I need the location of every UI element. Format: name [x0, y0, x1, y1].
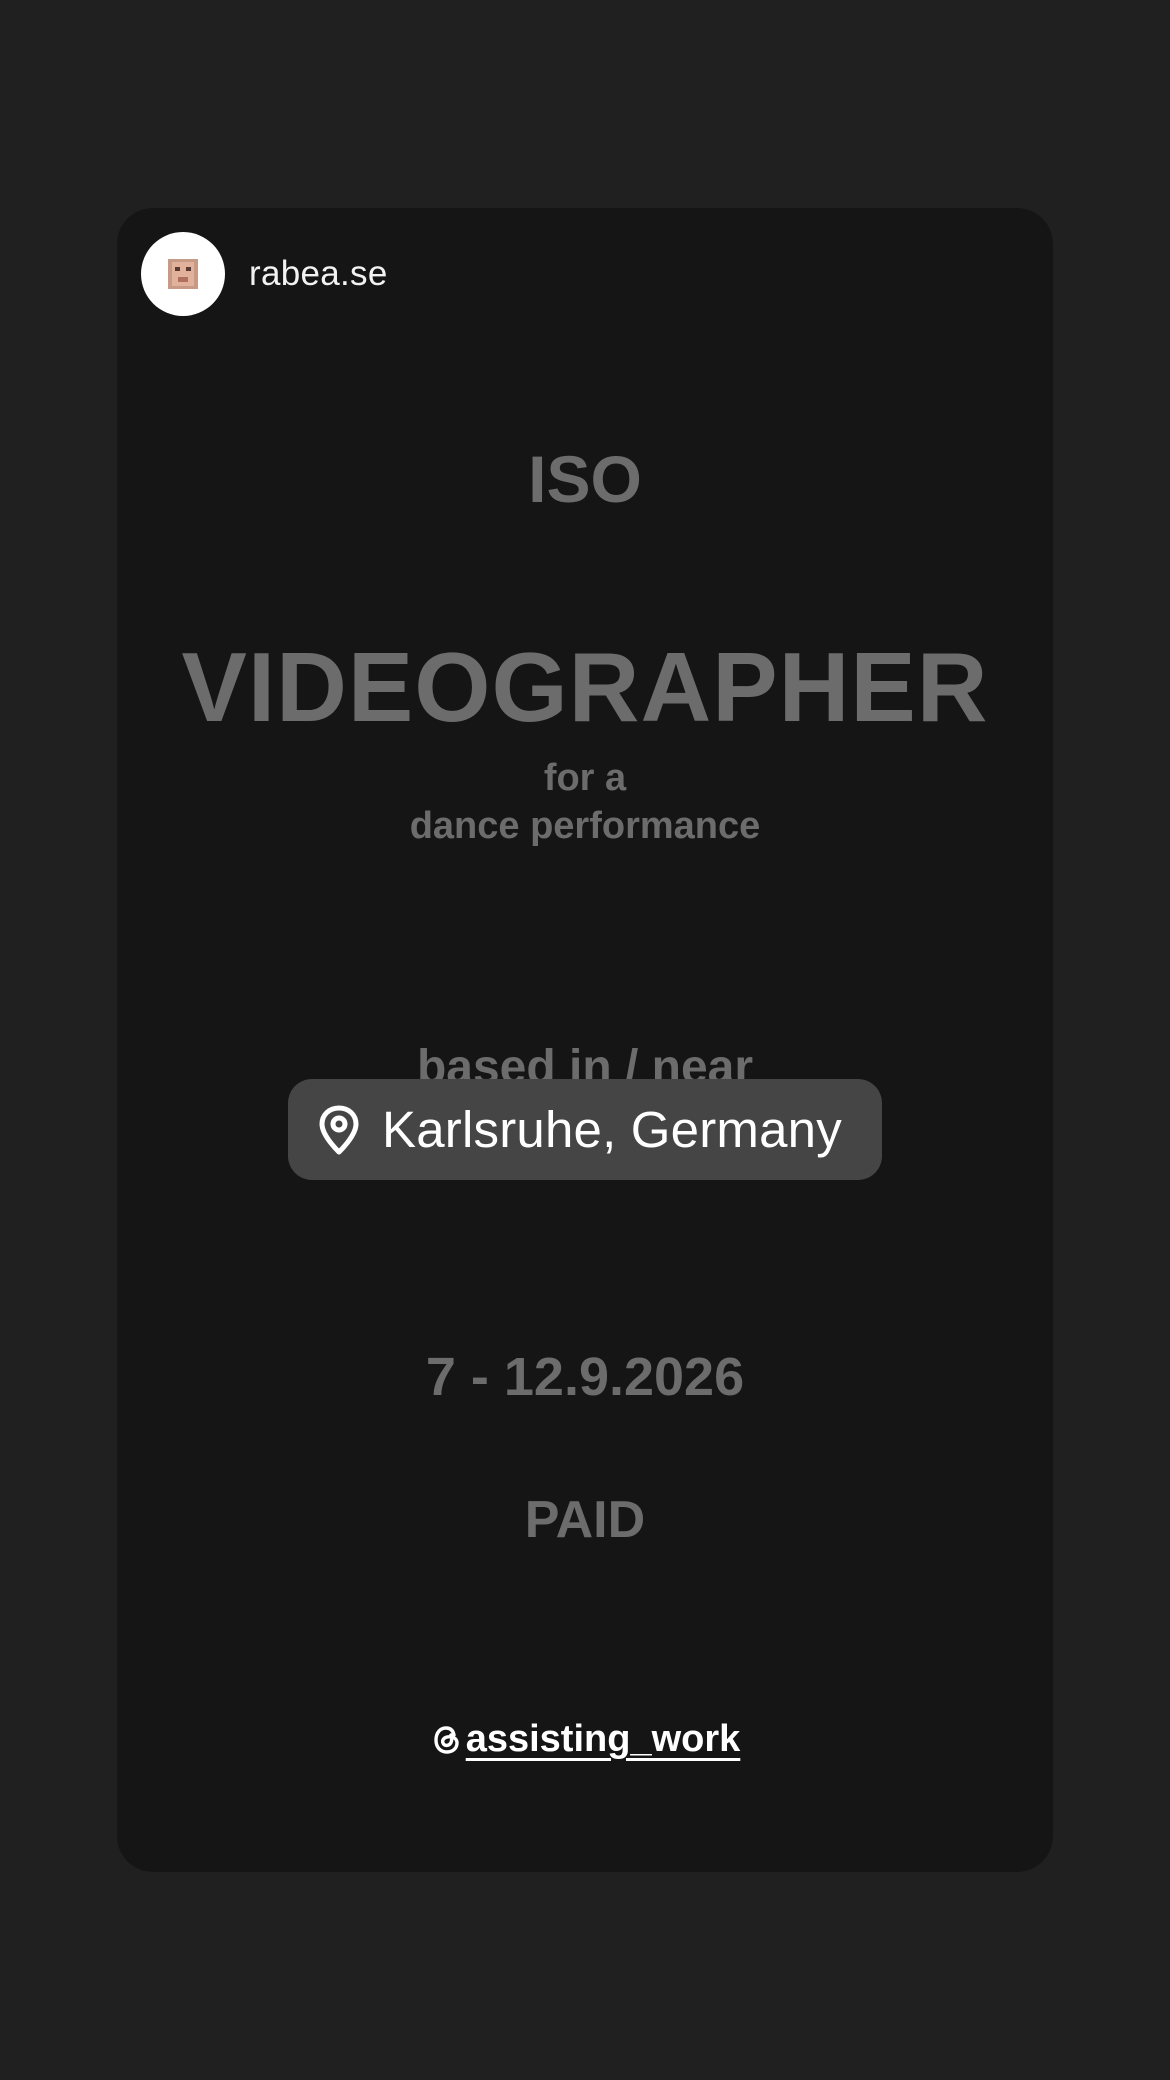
subtitle-line-2: dance performance: [409, 805, 761, 847]
subtitle: for a dance performance: [117, 754, 1053, 850]
location-text: Karlsruhe, Germany: [382, 1101, 842, 1158]
story-header: rabea.se: [141, 232, 388, 316]
threads-icon: [434, 1725, 459, 1754]
payment-label: PAID: [524, 1491, 646, 1549]
mention-link[interactable]: assisting_work: [430, 1718, 741, 1761]
subtitle-line-1: for a: [543, 757, 627, 799]
username[interactable]: rabea.se: [249, 254, 388, 294]
story-card: rabea.se ISO VIDEOGRAPHER for a dance pe…: [117, 208, 1053, 1872]
mention-text: assisting_work: [465, 1718, 741, 1760]
location-pin-icon: [316, 1104, 362, 1156]
headline-title: VIDEOGRAPHER: [181, 632, 989, 742]
profile-photo-icon: [168, 259, 198, 289]
avatar[interactable]: [141, 232, 225, 316]
mention-sticker[interactable]: assisting_work: [117, 1718, 1053, 1762]
headline-iso: ISO: [528, 442, 642, 516]
location-sticker[interactable]: Karlsruhe, Germany: [288, 1079, 882, 1180]
dates: 7 - 12.9.2026: [425, 1347, 745, 1407]
